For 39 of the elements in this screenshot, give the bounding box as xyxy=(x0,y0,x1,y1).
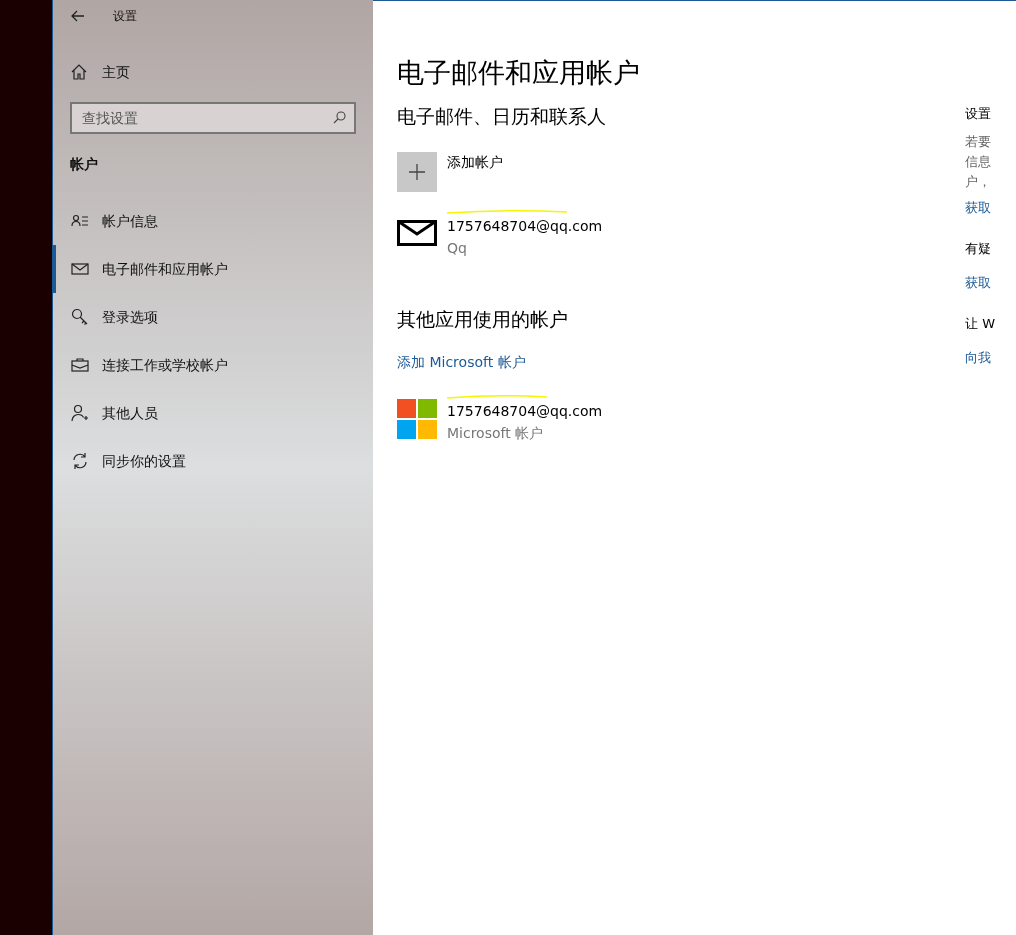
back-arrow-icon[interactable] xyxy=(71,10,85,22)
home-icon[interactable] xyxy=(71,64,87,80)
side-text: 信息 xyxy=(965,152,992,171)
add-account-label[interactable]: 添加帐户 xyxy=(447,152,503,173)
briefcase-icon xyxy=(71,356,89,374)
person-add-icon xyxy=(71,404,89,422)
add-account-button[interactable] xyxy=(397,152,437,192)
section-heading: 其他应用使用的帐户 xyxy=(397,307,569,332)
help-link[interactable]: 向我 xyxy=(965,347,1016,367)
section-heading: 电子邮件、日历和联系人 xyxy=(397,103,607,129)
sidebar-item[interactable]: 帐户信息 xyxy=(52,197,373,245)
window-title: 设置 xyxy=(113,8,137,25)
search-field[interactable]: 查找设置 xyxy=(70,102,356,134)
sidebar-item[interactable]: 登录选项 xyxy=(52,293,373,341)
page-title: 电子邮件和应用帐户 xyxy=(397,56,641,90)
sidebar-item[interactable]: 同步你的设置 xyxy=(52,437,373,485)
sync-icon xyxy=(71,452,89,470)
side-heading: 设置 xyxy=(965,105,992,123)
plus-icon xyxy=(409,164,425,180)
sidebar-item[interactable]: 连接工作或学校帐户 xyxy=(52,341,373,389)
key-icon xyxy=(71,308,89,326)
windows-logo-icon xyxy=(397,398,437,439)
account-email[interactable]: 1757648704@qq.com xyxy=(447,402,603,419)
side-text: 若要 xyxy=(965,132,992,151)
account-provider: Microsoft 帐户 xyxy=(447,423,545,443)
sidebar-item[interactable]: 其他人员 xyxy=(52,389,373,437)
home-link[interactable]: 主页 xyxy=(102,61,130,83)
account-provider: Qq xyxy=(447,239,468,258)
mail-icon xyxy=(71,260,89,278)
side-text: 户， xyxy=(965,172,992,191)
add-microsoft-account-link[interactable]: 添加 Microsoft 帐户 xyxy=(397,351,965,373)
envelope-icon xyxy=(397,220,437,246)
search-icon[interactable] xyxy=(333,111,346,124)
side-heading: 让 W xyxy=(965,315,996,333)
help-link[interactable]: 获取 xyxy=(965,197,1016,217)
side-heading: 有疑 xyxy=(965,240,992,258)
help-link[interactable]: 获取 xyxy=(965,272,1016,292)
account-email[interactable]: 1757648704@qq.com xyxy=(447,218,603,234)
section-heading: 帐户 xyxy=(69,155,99,174)
